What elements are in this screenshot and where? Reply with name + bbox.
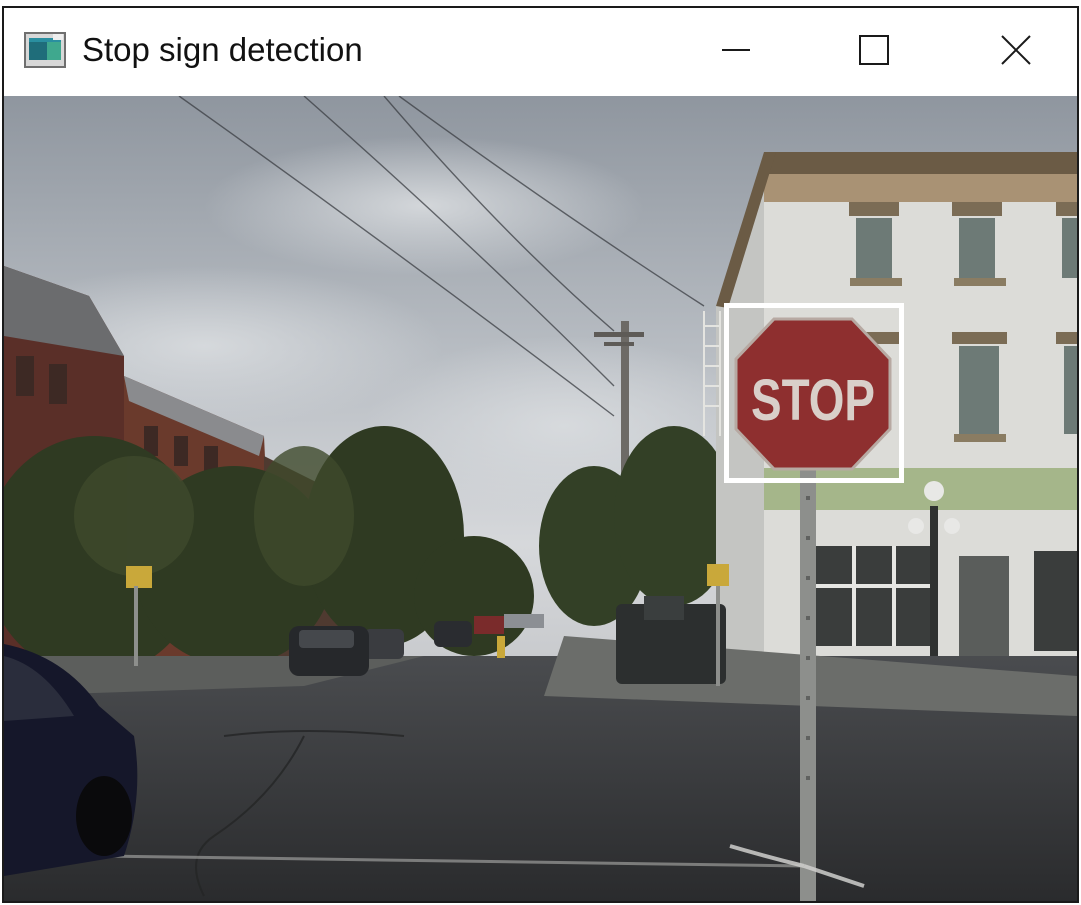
minimize-icon — [722, 49, 750, 51]
window-title: Stop sign detection — [82, 31, 363, 68]
title-bar[interactable]: Stop sign detection — [4, 8, 1077, 97]
opencv-window-icon — [24, 32, 66, 68]
app-window: Stop sign detection STOP — [2, 6, 1079, 903]
street-photo: STOP — [4, 96, 1077, 901]
close-button[interactable] — [984, 18, 1048, 82]
detection-box — [724, 303, 904, 483]
close-icon — [1001, 35, 1031, 65]
image-viewport: STOP — [4, 96, 1077, 901]
maximize-button[interactable] — [842, 18, 906, 82]
minimize-button[interactable] — [704, 18, 768, 82]
maximize-icon — [859, 35, 889, 65]
